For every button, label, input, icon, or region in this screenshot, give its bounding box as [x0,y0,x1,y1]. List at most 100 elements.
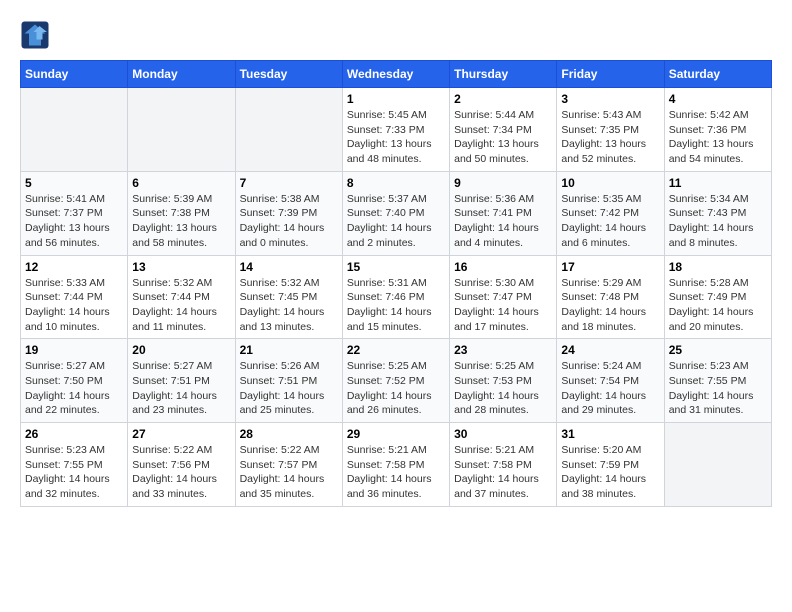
sunrise-text: Sunrise: 5:22 AM [132,444,212,456]
sunset-text: Sunset: 7:58 PM [347,459,425,471]
weekday-header: Monday [128,61,235,88]
sunrise-text: Sunrise: 5:37 AM [347,193,427,205]
day-number: 10 [561,176,659,190]
day-info: Sunrise: 5:38 AM Sunset: 7:39 PM Dayligh… [240,192,338,251]
day-info: Sunrise: 5:43 AM Sunset: 7:35 PM Dayligh… [561,108,659,167]
sunset-text: Sunset: 7:55 PM [25,459,103,471]
calendar-cell: 22 Sunrise: 5:25 AM Sunset: 7:52 PM Dayl… [342,339,449,423]
daylight-text: Daylight: 14 hours and 0 minutes. [240,222,325,249]
calendar-cell: 29 Sunrise: 5:21 AM Sunset: 7:58 PM Dayl… [342,423,449,507]
day-number: 18 [669,260,767,274]
day-info: Sunrise: 5:23 AM Sunset: 7:55 PM Dayligh… [25,443,123,502]
day-info: Sunrise: 5:34 AM Sunset: 7:43 PM Dayligh… [669,192,767,251]
daylight-text: Daylight: 14 hours and 23 minutes. [132,390,217,417]
calendar-cell: 23 Sunrise: 5:25 AM Sunset: 7:53 PM Dayl… [450,339,557,423]
calendar-cell: 6 Sunrise: 5:39 AM Sunset: 7:38 PM Dayli… [128,171,235,255]
calendar-cell: 21 Sunrise: 5:26 AM Sunset: 7:51 PM Dayl… [235,339,342,423]
day-info: Sunrise: 5:44 AM Sunset: 7:34 PM Dayligh… [454,108,552,167]
calendar-cell [235,88,342,172]
calendar-week: 5 Sunrise: 5:41 AM Sunset: 7:37 PM Dayli… [21,171,772,255]
sunrise-text: Sunrise: 5:39 AM [132,193,212,205]
day-info: Sunrise: 5:22 AM Sunset: 7:57 PM Dayligh… [240,443,338,502]
day-info: Sunrise: 5:21 AM Sunset: 7:58 PM Dayligh… [454,443,552,502]
daylight-text: Daylight: 14 hours and 13 minutes. [240,306,325,333]
daylight-text: Daylight: 13 hours and 50 minutes. [454,138,539,165]
day-info: Sunrise: 5:36 AM Sunset: 7:41 PM Dayligh… [454,192,552,251]
daylight-text: Daylight: 14 hours and 4 minutes. [454,222,539,249]
sunset-text: Sunset: 7:37 PM [25,207,103,219]
calendar-cell: 19 Sunrise: 5:27 AM Sunset: 7:50 PM Dayl… [21,339,128,423]
sunrise-text: Sunrise: 5:21 AM [347,444,427,456]
daylight-text: Daylight: 14 hours and 10 minutes. [25,306,110,333]
sunset-text: Sunset: 7:38 PM [132,207,210,219]
calendar-cell: 4 Sunrise: 5:42 AM Sunset: 7:36 PM Dayli… [664,88,771,172]
day-number: 21 [240,343,338,357]
daylight-text: Daylight: 14 hours and 35 minutes. [240,473,325,500]
day-number: 23 [454,343,552,357]
sunrise-text: Sunrise: 5:42 AM [669,109,749,121]
day-number: 15 [347,260,445,274]
calendar-cell: 10 Sunrise: 5:35 AM Sunset: 7:42 PM Dayl… [557,171,664,255]
calendar-cell: 17 Sunrise: 5:29 AM Sunset: 7:48 PM Dayl… [557,255,664,339]
calendar-cell: 28 Sunrise: 5:22 AM Sunset: 7:57 PM Dayl… [235,423,342,507]
sunrise-text: Sunrise: 5:41 AM [25,193,105,205]
daylight-text: Daylight: 13 hours and 54 minutes. [669,138,754,165]
day-number: 12 [25,260,123,274]
day-info: Sunrise: 5:26 AM Sunset: 7:51 PM Dayligh… [240,359,338,418]
sunrise-text: Sunrise: 5:26 AM [240,360,320,372]
daylight-text: Daylight: 14 hours and 32 minutes. [25,473,110,500]
day-info: Sunrise: 5:30 AM Sunset: 7:47 PM Dayligh… [454,276,552,335]
day-info: Sunrise: 5:37 AM Sunset: 7:40 PM Dayligh… [347,192,445,251]
day-info: Sunrise: 5:29 AM Sunset: 7:48 PM Dayligh… [561,276,659,335]
day-number: 9 [454,176,552,190]
sunrise-text: Sunrise: 5:21 AM [454,444,534,456]
calendar-cell: 9 Sunrise: 5:36 AM Sunset: 7:41 PM Dayli… [450,171,557,255]
day-info: Sunrise: 5:33 AM Sunset: 7:44 PM Dayligh… [25,276,123,335]
calendar-cell: 12 Sunrise: 5:33 AM Sunset: 7:44 PM Dayl… [21,255,128,339]
calendar-week: 26 Sunrise: 5:23 AM Sunset: 7:55 PM Dayl… [21,423,772,507]
daylight-text: Daylight: 14 hours and 38 minutes. [561,473,646,500]
calendar-table: SundayMondayTuesdayWednesdayThursdayFrid… [20,60,772,507]
day-number: 26 [25,427,123,441]
daylight-text: Daylight: 14 hours and 15 minutes. [347,306,432,333]
day-number: 6 [132,176,230,190]
sunrise-text: Sunrise: 5:22 AM [240,444,320,456]
page-header [20,20,772,50]
sunrise-text: Sunrise: 5:32 AM [132,277,212,289]
daylight-text: Daylight: 13 hours and 56 minutes. [25,222,110,249]
sunrise-text: Sunrise: 5:25 AM [347,360,427,372]
weekday-header: Tuesday [235,61,342,88]
calendar-cell: 13 Sunrise: 5:32 AM Sunset: 7:44 PM Dayl… [128,255,235,339]
day-number: 11 [669,176,767,190]
day-info: Sunrise: 5:31 AM Sunset: 7:46 PM Dayligh… [347,276,445,335]
sunrise-text: Sunrise: 5:44 AM [454,109,534,121]
calendar-cell: 5 Sunrise: 5:41 AM Sunset: 7:37 PM Dayli… [21,171,128,255]
calendar-week: 19 Sunrise: 5:27 AM Sunset: 7:50 PM Dayl… [21,339,772,423]
weekday-header: Sunday [21,61,128,88]
sunset-text: Sunset: 7:56 PM [132,459,210,471]
sunset-text: Sunset: 7:59 PM [561,459,639,471]
day-number: 2 [454,92,552,106]
day-info: Sunrise: 5:41 AM Sunset: 7:37 PM Dayligh… [25,192,123,251]
daylight-text: Daylight: 14 hours and 25 minutes. [240,390,325,417]
sunset-text: Sunset: 7:54 PM [561,375,639,387]
day-info: Sunrise: 5:32 AM Sunset: 7:44 PM Dayligh… [132,276,230,335]
sunrise-text: Sunrise: 5:23 AM [25,444,105,456]
calendar-cell: 24 Sunrise: 5:24 AM Sunset: 7:54 PM Dayl… [557,339,664,423]
sunset-text: Sunset: 7:48 PM [561,291,639,303]
calendar-cell: 2 Sunrise: 5:44 AM Sunset: 7:34 PM Dayli… [450,88,557,172]
day-number: 20 [132,343,230,357]
sunset-text: Sunset: 7:40 PM [347,207,425,219]
day-info: Sunrise: 5:27 AM Sunset: 7:50 PM Dayligh… [25,359,123,418]
calendar-cell: 26 Sunrise: 5:23 AM Sunset: 7:55 PM Dayl… [21,423,128,507]
sunset-text: Sunset: 7:39 PM [240,207,318,219]
day-info: Sunrise: 5:39 AM Sunset: 7:38 PM Dayligh… [132,192,230,251]
day-number: 27 [132,427,230,441]
sunrise-text: Sunrise: 5:23 AM [669,360,749,372]
day-info: Sunrise: 5:45 AM Sunset: 7:33 PM Dayligh… [347,108,445,167]
sunset-text: Sunset: 7:53 PM [454,375,532,387]
sunset-text: Sunset: 7:49 PM [669,291,747,303]
sunrise-text: Sunrise: 5:36 AM [454,193,534,205]
sunrise-text: Sunrise: 5:27 AM [25,360,105,372]
day-info: Sunrise: 5:21 AM Sunset: 7:58 PM Dayligh… [347,443,445,502]
